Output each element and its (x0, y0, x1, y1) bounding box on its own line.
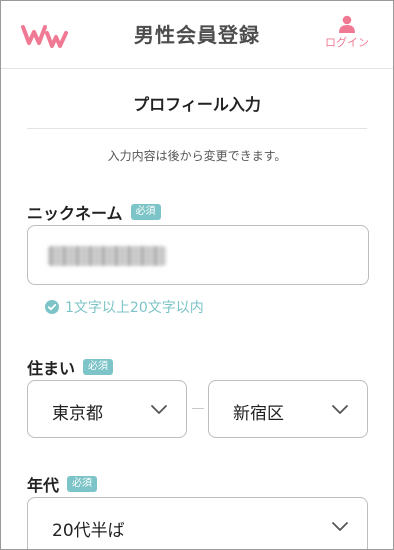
residence-label: 住まい (27, 359, 76, 378)
divider (27, 128, 367, 129)
separator-dash (192, 408, 204, 409)
prefecture-value: 東京都 (52, 404, 103, 424)
edit-note: 入力内容は後から変更できます。 (107, 149, 287, 163)
blurred-nickname-value (48, 246, 166, 266)
nickname-label-row: ニックネーム 必須 (27, 200, 161, 224)
required-badge: 必須 (67, 476, 98, 492)
city-select[interactable]: 新宿区 (208, 380, 368, 438)
age-value: 20代半ば (52, 521, 125, 541)
chevron-down-icon (332, 522, 348, 531)
nickname-input[interactable] (27, 225, 369, 285)
age-select[interactable]: 20代半ば (27, 497, 368, 549)
prefecture-select[interactable]: 東京都 (27, 380, 187, 438)
chevron-down-icon (332, 405, 348, 414)
section-title: プロフィール入力 (133, 95, 261, 114)
page-frame: 男性会員登録 ログイン プロフィール入力 入力内容は後から変更できます。 ニック… (0, 0, 394, 550)
nickname-hint: 1文字以上20文字以内 (45, 297, 204, 317)
chevron-down-icon (151, 405, 167, 414)
user-icon (339, 15, 355, 33)
nickname-hint-text: 1文字以上20文字以内 (65, 300, 204, 316)
age-label-row: 年代 必須 (27, 472, 98, 496)
required-badge: 必須 (130, 204, 161, 220)
login-button[interactable]: ログイン (319, 15, 375, 50)
residence-label-row: 住まい 必須 (27, 355, 114, 379)
login-label: ログイン (325, 36, 369, 49)
city-value: 新宿区 (233, 404, 284, 424)
required-badge: 必須 (83, 359, 114, 375)
check-circle-icon (45, 300, 59, 314)
age-label: 年代 (27, 476, 60, 495)
header: 男性会員登録 ログイン (1, 1, 393, 69)
nickname-label: ニックネーム (27, 204, 123, 223)
